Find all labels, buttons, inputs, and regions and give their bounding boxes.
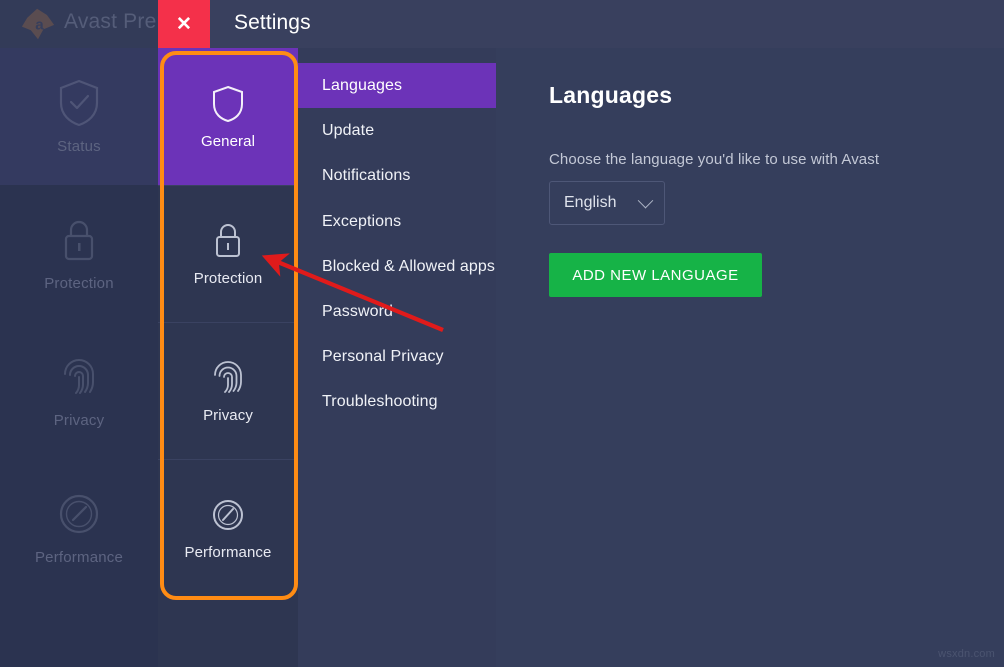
sidebar-item-performance[interactable]: Performance: [0, 459, 158, 596]
sidebar-item-protection[interactable]: Protection: [0, 185, 158, 322]
category-general[interactable]: General: [158, 48, 298, 185]
sidebar-item-label: Protection: [44, 275, 114, 292]
settings-content-panel: Languages Choose the language you'd like…: [496, 48, 1004, 667]
menu-item-languages[interactable]: Languages: [298, 63, 496, 108]
category-label: Protection: [194, 270, 263, 287]
language-select[interactable]: English: [549, 181, 665, 225]
chevron-down-icon: [638, 192, 654, 208]
menu-item-exceptions[interactable]: Exceptions: [298, 199, 496, 244]
menu-item-personal-privacy[interactable]: Personal Privacy: [298, 334, 496, 379]
shield-check-icon: [57, 78, 101, 128]
close-icon: ✕: [176, 15, 192, 34]
lock-icon: [211, 221, 245, 261]
menu-item-password[interactable]: Password: [298, 289, 496, 334]
language-select-value: English: [564, 194, 616, 212]
fingerprint-icon: [211, 358, 245, 398]
category-label: Privacy: [203, 407, 253, 424]
category-label: General: [201, 133, 255, 150]
page-title: Languages: [549, 82, 1004, 109]
svg-text:a: a: [35, 16, 44, 33]
category-performance[interactable]: Performance: [158, 459, 298, 596]
sidebar-item-label: Privacy: [54, 412, 105, 429]
sidebar-item-status[interactable]: Status: [0, 48, 158, 185]
fingerprint-icon: [57, 352, 101, 402]
lock-icon: [57, 215, 101, 265]
category-label: Performance: [185, 544, 272, 561]
close-button[interactable]: ✕: [158, 0, 210, 48]
avast-logo-icon: a: [20, 7, 56, 41]
settings-menu-column: Languages Update Notifications Exception…: [298, 48, 496, 667]
background-sidebar: Status Protection: [0, 48, 158, 667]
menu-item-blocked-allowed-apps[interactable]: Blocked & Allowed apps: [298, 244, 496, 289]
watermark: wsxdn.com: [938, 648, 995, 660]
app-root: a Avast Prem Status Protection: [0, 0, 1004, 667]
shield-icon: [211, 84, 245, 124]
category-protection[interactable]: Protection: [158, 185, 298, 322]
language-description: Choose the language you'd like to use wi…: [549, 151, 1004, 168]
sidebar-item-privacy[interactable]: Privacy: [0, 322, 158, 459]
settings-category-column: General Protection Privacy: [158, 48, 298, 667]
settings-title: Settings: [234, 11, 311, 35]
sidebar-item-label: Performance: [35, 549, 123, 566]
sidebar-item-label: Status: [57, 138, 101, 155]
speedometer-icon: [211, 495, 245, 535]
add-new-language-button[interactable]: ADD NEW LANGUAGE: [549, 253, 762, 297]
speedometer-icon: [57, 489, 101, 539]
menu-item-notifications[interactable]: Notifications: [298, 153, 496, 198]
menu-item-update[interactable]: Update: [298, 108, 496, 153]
category-privacy[interactable]: Privacy: [158, 322, 298, 459]
menu-item-troubleshooting[interactable]: Troubleshooting: [298, 379, 496, 424]
